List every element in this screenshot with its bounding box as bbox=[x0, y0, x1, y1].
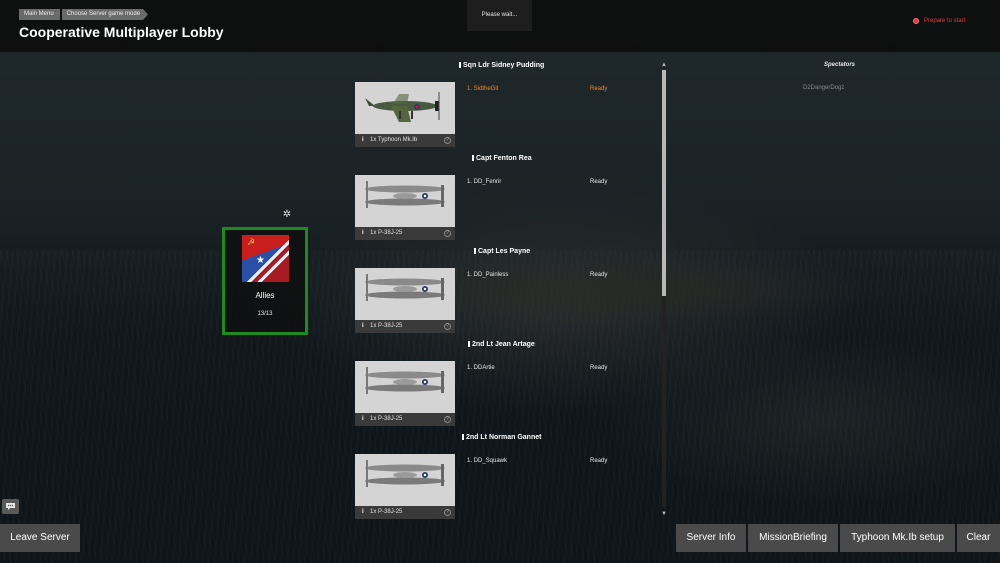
plane-card-footer: i 1x P-38J-25 ? bbox=[355, 413, 455, 426]
team-card-allies[interactable]: ☭ ★ Allies 13/13 bbox=[222, 227, 308, 335]
p38-plane-icon bbox=[355, 454, 455, 506]
spectators-heading: Spectators bbox=[824, 62, 856, 68]
plane-card-footer: i 1x P-38J-25 ? bbox=[355, 227, 455, 240]
team-player-count: 13/13 bbox=[257, 311, 273, 317]
loading-spinner-icon: ✲ bbox=[282, 209, 292, 220]
plane-count: 1x bbox=[370, 230, 377, 236]
info-icon[interactable]: i bbox=[362, 413, 364, 426]
player-name[interactable]: 1. DD_Squawk bbox=[467, 458, 507, 464]
player-name[interactable]: 1. DD_Painless bbox=[467, 272, 508, 278]
help-icon[interactable]: ? bbox=[444, 509, 451, 516]
plane-card[interactable]: i 1x Typhoon Mk.Ib ? bbox=[355, 82, 455, 147]
breadcrumb-choose-server-mode[interactable]: Choose Server game mode bbox=[62, 9, 148, 20]
plane-card[interactable]: i 1x P-38J-25 ? bbox=[355, 268, 455, 333]
player-name[interactable]: 1. SidtheGit bbox=[467, 86, 498, 92]
player-name[interactable]: 1. DDArtie bbox=[467, 365, 495, 371]
chat-bubble-icon bbox=[6, 503, 15, 510]
help-icon[interactable]: ? bbox=[444, 323, 451, 330]
chat-button[interactable] bbox=[2, 499, 19, 514]
spectator-name[interactable]: D2DangerDogz bbox=[803, 85, 844, 91]
plane-name: Typhoon Mk.Ib bbox=[377, 137, 418, 143]
flight-name: Sqn Ldr Sidney Pudding bbox=[459, 62, 544, 69]
plane-setup-button[interactable]: Typhoon Mk.Ib setup bbox=[840, 524, 955, 552]
breadcrumb-main-menu[interactable]: Main Menu bbox=[19, 9, 60, 20]
header-bar: Main Menu Choose Server game mode Cooper… bbox=[0, 0, 1000, 52]
info-icon[interactable]: i bbox=[362, 506, 364, 519]
ready-status: Ready bbox=[590, 458, 608, 464]
please-wait-notice: Please wait... bbox=[467, 0, 532, 31]
player-name[interactable]: 1. DD_Fenrir bbox=[467, 179, 501, 185]
typhoon-plane-icon bbox=[355, 82, 455, 134]
plane-count: 1x bbox=[370, 416, 377, 422]
plane-card-footer: i 1x P-38J-25 ? bbox=[355, 320, 455, 333]
flight-name: 2nd Lt Norman Gannet bbox=[462, 434, 541, 441]
ready-status: Ready bbox=[590, 365, 608, 371]
help-icon[interactable]: ? bbox=[444, 230, 451, 237]
ready-status: Ready bbox=[590, 272, 608, 278]
p38-plane-icon bbox=[355, 175, 455, 227]
plane-name: P-38J-25 bbox=[378, 323, 403, 329]
plane-card-footer: i 1x Typhoon Mk.Ib ? bbox=[355, 134, 455, 147]
info-icon[interactable]: i bbox=[362, 320, 364, 333]
leave-server-button[interactable]: Leave Server bbox=[0, 524, 80, 552]
plane-card[interactable]: i 1x P-38J-25 ? bbox=[355, 454, 455, 519]
plane-count: 1x bbox=[370, 137, 377, 143]
plane-name: P-38J-25 bbox=[378, 416, 403, 422]
info-icon[interactable]: i bbox=[362, 227, 364, 240]
plane-count: 1x bbox=[370, 509, 377, 515]
flight-name: Capt Fenton Rea bbox=[472, 155, 532, 162]
slot-list-scrollbar[interactable]: ▲ ▼ bbox=[660, 62, 668, 517]
ready-status: Ready bbox=[590, 179, 608, 185]
server-info-button[interactable]: Server Info bbox=[676, 524, 746, 552]
scroll-up-icon[interactable]: ▲ bbox=[660, 62, 668, 68]
allies-flag-icon: ☭ ★ bbox=[242, 235, 289, 282]
clear-button[interactable]: Clear bbox=[957, 524, 1000, 552]
breadcrumb: Main Menu Choose Server game mode bbox=[19, 9, 150, 20]
flight-name: Capt Les Payne bbox=[474, 248, 530, 255]
scroll-down-icon[interactable]: ▼ bbox=[660, 511, 668, 517]
info-icon[interactable]: i bbox=[362, 134, 364, 147]
plane-name: P-38J-25 bbox=[378, 230, 403, 236]
prepare-to-start-label: Prepare to start bbox=[924, 18, 966, 24]
mission-briefing-button[interactable]: MissionBriefing bbox=[748, 524, 838, 552]
team-name: Allies bbox=[255, 291, 275, 300]
help-icon[interactable]: ? bbox=[444, 416, 451, 423]
prepare-to-start-button[interactable]: Prepare to start bbox=[913, 18, 965, 24]
alarm-clock-icon bbox=[913, 18, 919, 24]
ready-status: Ready bbox=[590, 86, 608, 92]
p38-plane-icon bbox=[355, 361, 455, 413]
plane-name: P-38J-25 bbox=[378, 509, 403, 515]
help-icon[interactable]: ? bbox=[444, 137, 451, 144]
plane-card[interactable]: i 1x P-38J-25 ? bbox=[355, 361, 455, 426]
plane-count: 1x bbox=[370, 323, 377, 329]
plane-card[interactable]: i 1x P-38J-25 ? bbox=[355, 175, 455, 240]
flight-name: 2nd Lt Jean Artage bbox=[468, 341, 535, 348]
scroll-thumb[interactable] bbox=[662, 70, 666, 296]
page-title: Cooperative Multiplayer Lobby bbox=[19, 24, 224, 40]
plane-card-footer: i 1x P-38J-25 ? bbox=[355, 506, 455, 519]
p38-plane-icon bbox=[355, 268, 455, 320]
